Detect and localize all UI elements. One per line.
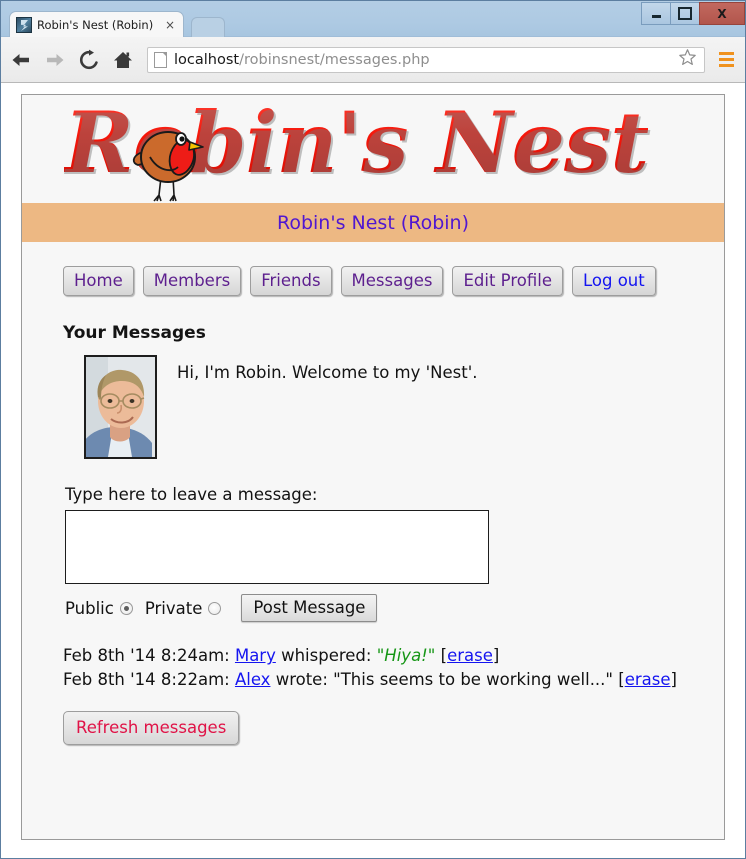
- message-verb: wrote:: [270, 669, 334, 689]
- robin-bird-icon: [132, 131, 204, 202]
- url-text: localhost/robinsnest/messages.php: [174, 52, 678, 68]
- page-viewport: Robin's Nest Robin's Nest (Robin) Home M…: [2, 83, 744, 858]
- maximize-button[interactable]: [670, 2, 699, 25]
- message-timestamp: Feb 8th '14 8:24am:: [63, 646, 230, 666]
- menu-bar-3: [718, 64, 734, 67]
- maximize-icon: [678, 7, 692, 20]
- private-label: Private: [144, 598, 203, 618]
- public-radio[interactable]: [119, 601, 133, 615]
- avatar-photo: [86, 357, 155, 458]
- message-options-row: Public Private Post Message: [65, 594, 724, 623]
- erase-close-bracket: ]: [492, 646, 500, 666]
- menu-bar-2: [718, 58, 734, 61]
- greeting-text: Hi, I'm Robin. Welcome to my 'Nest'.: [177, 363, 478, 383]
- message-verb: whispered:: [275, 646, 377, 666]
- public-label: Public: [65, 598, 114, 618]
- nav-item-home[interactable]: Home: [63, 266, 134, 297]
- message-timestamp: Feb 8th '14 8:22am:: [63, 669, 230, 689]
- favicon-icon: [16, 17, 32, 33]
- avatar: [84, 355, 157, 460]
- tab-title: Robin's Nest (Robin): [37, 18, 154, 32]
- message-author-link[interactable]: Alex: [235, 670, 271, 689]
- minimize-button[interactable]: [641, 2, 670, 25]
- site-navigation: Home Members Friends Messages Edit Profi…: [22, 242, 724, 297]
- message-form: Type here to leave a message: Public Pri…: [65, 485, 724, 623]
- message-body: "Hiya!": [376, 646, 436, 666]
- erase-open-bracket: [: [613, 669, 625, 689]
- minimize-icon: [651, 15, 661, 18]
- refresh-messages-button[interactable]: Refresh messages: [63, 711, 240, 746]
- site-logo: Robin's Nest: [22, 95, 724, 203]
- messages-list: Feb 8th '14 8:24am: Mary whispered: "Hiy…: [63, 644, 683, 691]
- home-icon[interactable]: [109, 46, 137, 74]
- user-banner-text: Robin's Nest (Robin): [277, 211, 469, 234]
- nav-item-log-out[interactable]: Log out: [571, 266, 656, 297]
- browser-toolbar: localhost/robinsnest/messages.php: [1, 37, 745, 83]
- erase-link[interactable]: erase: [447, 646, 493, 665]
- nav-item-members[interactable]: Members: [142, 266, 242, 297]
- reload-icon[interactable]: [75, 46, 103, 74]
- page-title: Your Messages: [63, 323, 206, 344]
- menu-bar-1: [718, 52, 734, 55]
- star-icon[interactable]: [678, 48, 698, 71]
- back-arrow-icon[interactable]: [7, 46, 35, 74]
- page-info-icon: [154, 51, 167, 68]
- message-author-link[interactable]: Mary: [235, 646, 276, 665]
- nav-item-messages[interactable]: Messages: [340, 266, 444, 297]
- erase-close-bracket: ]: [670, 669, 677, 689]
- message-input[interactable]: [65, 510, 489, 585]
- window-controls: X: [641, 2, 745, 25]
- message-item: Feb 8th '14 8:24am: Mary whispered: "Hiy…: [63, 644, 683, 667]
- new-tab-button[interactable]: [191, 17, 225, 38]
- user-banner: Robin's Nest (Robin): [22, 203, 724, 242]
- private-radio[interactable]: [208, 601, 222, 615]
- erase-open-bracket: [: [435, 646, 448, 666]
- message-body: "This seems to be working well...": [333, 669, 614, 689]
- url-path: /robinsnest/messages.php: [239, 51, 430, 68]
- url-host: localhost: [174, 51, 240, 68]
- message-form-label: Type here to leave a message:: [65, 485, 318, 505]
- browser-window: Robin's Nest (Robin) × X localhost/robin…: [0, 0, 746, 859]
- nav-item-edit-profile[interactable]: Edit Profile: [452, 266, 563, 297]
- page-content: Your Messages Hi, I'm Robin. Welcome to …: [22, 323, 724, 746]
- browser-titlebar: Robin's Nest (Robin) × X: [1, 1, 745, 38]
- hamburger-menu-icon[interactable]: [713, 47, 739, 73]
- close-tab-icon[interactable]: ×: [163, 18, 177, 32]
- close-window-button[interactable]: X: [699, 2, 745, 25]
- nav-item-friends[interactable]: Friends: [250, 266, 332, 297]
- forward-arrow-icon: [41, 46, 69, 74]
- site-container: Robin's Nest Robin's Nest (Robin) Home M…: [21, 94, 725, 840]
- message-item: Feb 8th '14 8:22am: Alex wrote: "This se…: [63, 668, 683, 691]
- post-message-button[interactable]: Post Message: [241, 594, 378, 623]
- erase-link[interactable]: erase: [625, 670, 671, 689]
- profile-row: Hi, I'm Robin. Welcome to my 'Nest'.: [84, 355, 724, 460]
- browser-tab-active[interactable]: Robin's Nest (Robin) ×: [9, 11, 184, 38]
- address-bar[interactable]: localhost/robinsnest/messages.php: [147, 46, 705, 73]
